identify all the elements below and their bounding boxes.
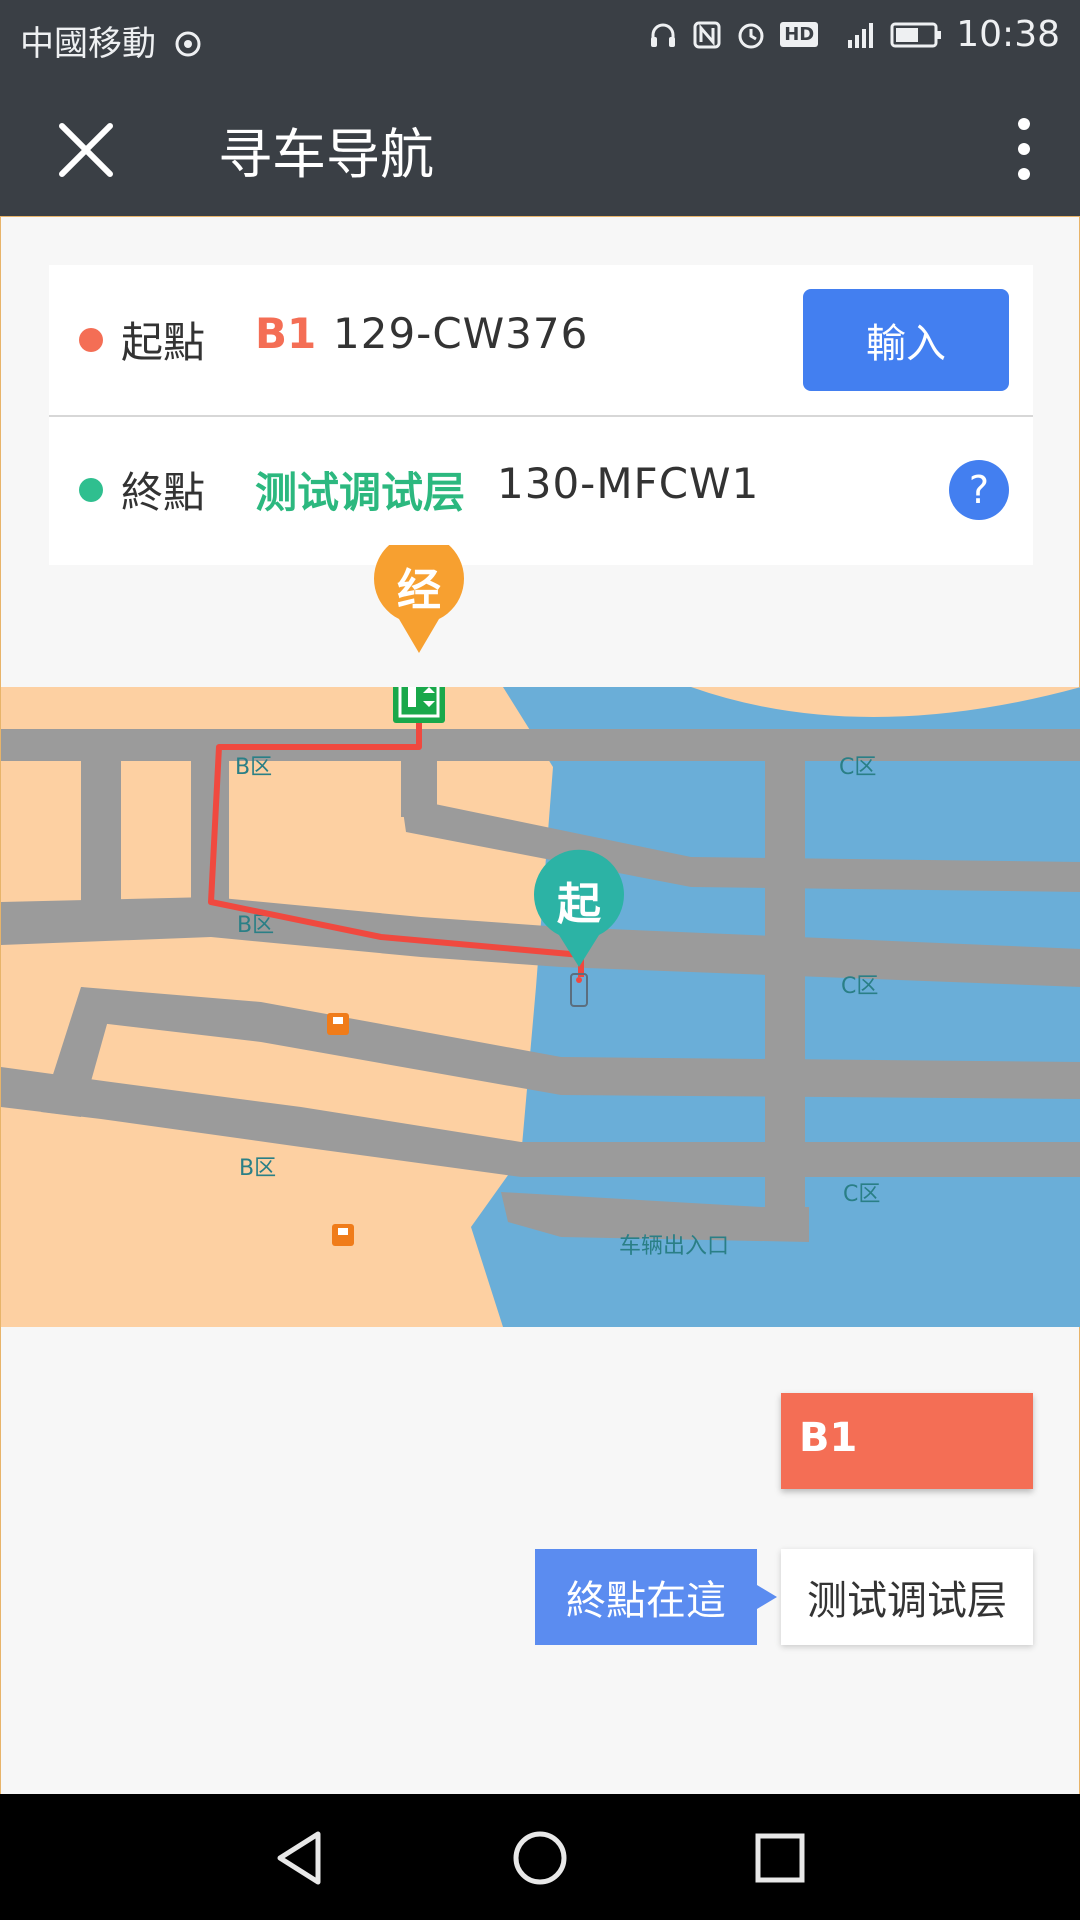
help-button[interactable]: ? xyxy=(949,460,1009,520)
carrier-label: 中國移動 xyxy=(20,24,156,64)
hd-icon: HD xyxy=(780,22,819,47)
input-button[interactable]: 輸入 xyxy=(803,289,1009,391)
payment-icon[interactable] xyxy=(327,1013,349,1035)
exit-label: 车辆出入口 xyxy=(619,1234,729,1259)
navigation-page: 起點 B1 129-CW376 輸入 終點 测试调试层 130-MFCW1 ? xyxy=(0,216,1080,1794)
zone-label: C区 xyxy=(843,1182,880,1207)
signal-icon xyxy=(848,22,874,48)
svg-text:起: 起 xyxy=(557,879,602,930)
end-floor: 测试调试层 xyxy=(255,468,466,517)
elevator-icon[interactable] xyxy=(393,687,445,723)
zone-label: C区 xyxy=(839,755,876,780)
alarm-icon xyxy=(738,23,764,48)
recents-icon[interactable] xyxy=(748,1826,812,1890)
payment-icon[interactable] xyxy=(332,1224,354,1246)
svg-text:经: 经 xyxy=(397,565,441,616)
close-icon[interactable] xyxy=(50,114,122,186)
end-code: 130-MFCW1 xyxy=(497,459,760,508)
via-marker[interactable]: 经 xyxy=(373,545,465,657)
destination-tag: 終點在這 xyxy=(535,1549,757,1645)
floor-badge[interactable]: B1 xyxy=(781,1393,1033,1489)
headphones-icon xyxy=(651,23,676,47)
floor-badge-label: B1 xyxy=(799,1415,858,1461)
destination-name[interactable]: 测试调试层 xyxy=(781,1549,1033,1645)
back-icon[interactable] xyxy=(268,1826,332,1890)
more-options-icon[interactable] xyxy=(1004,114,1044,184)
end-row: 終點 测试调试层 130-MFCW1 ? xyxy=(49,415,1033,565)
zone-label: B区 xyxy=(239,1156,276,1181)
home-icon[interactable] xyxy=(508,1826,572,1890)
system-nav-bar xyxy=(0,1794,1080,1920)
nfc-icon xyxy=(693,21,721,48)
end-dot xyxy=(79,478,103,502)
zone-label: B区 xyxy=(235,755,272,780)
zone-label: C区 xyxy=(841,974,878,999)
start-row: 起點 B1 129-CW376 輸入 xyxy=(49,265,1033,417)
end-label: 終點 xyxy=(121,468,206,517)
battery-icon xyxy=(890,22,942,47)
destination-arrow xyxy=(757,1585,777,1609)
route-card: 起點 B1 129-CW376 輸入 終點 测试调试层 130-MFCW1 ? xyxy=(49,265,1033,565)
sync-icon xyxy=(175,31,201,57)
start-code: 129-CW376 xyxy=(333,309,589,358)
start-floor: B1 xyxy=(255,309,317,358)
start-dot xyxy=(79,328,103,352)
start-label: 起點 xyxy=(121,318,206,367)
carrier-name: 中國移動 xyxy=(20,16,203,65)
status-bar: 中國移動 HD 10:38 xyxy=(0,0,1080,76)
page-title: 寻车导航 xyxy=(218,123,434,186)
parking-map[interactable]: B区 B区 B区 C区 C区 C区 车辆出入口 起 xyxy=(1,687,1080,1327)
clock: 10:38 xyxy=(956,14,1060,55)
title-bar: 寻车导航 xyxy=(0,76,1080,216)
